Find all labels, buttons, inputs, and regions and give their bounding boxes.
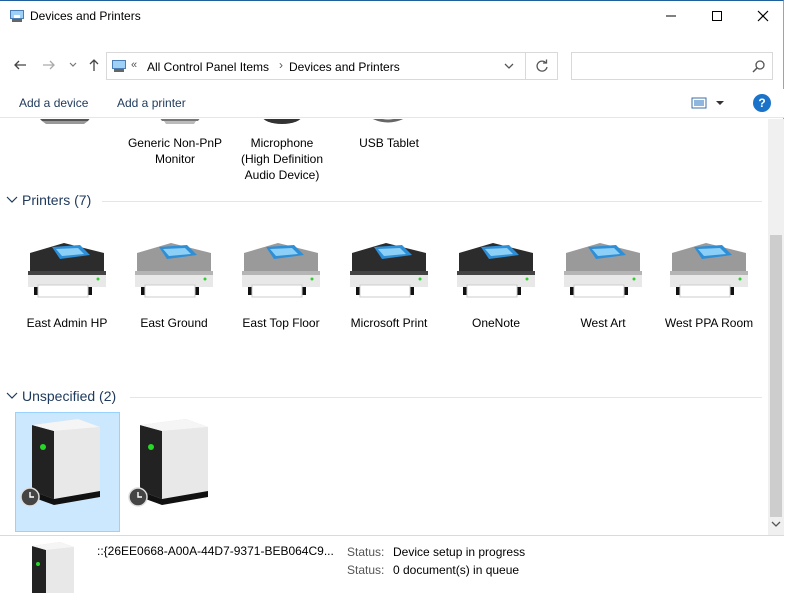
search-input[interactable]: [571, 52, 773, 80]
view-icon: [691, 97, 724, 109]
add-printer-button[interactable]: Add a printer: [117, 96, 186, 110]
selected-device-name: ::{26EE0668-A00A-44D7-9371-BEB064C9...: [97, 544, 334, 558]
printer-icon[interactable]: [560, 239, 646, 303]
printer-label[interactable]: OneNote: [442, 315, 550, 331]
printers-group-header[interactable]: Printers (7): [6, 192, 91, 208]
printer-icon[interactable]: [131, 239, 217, 303]
refresh-button[interactable]: [526, 52, 558, 80]
address-dropdown-icon[interactable]: [503, 61, 515, 71]
forward-button[interactable]: [40, 56, 58, 74]
status-label: Status:: [347, 545, 385, 559]
printer-label[interactable]: Microsoft Print: [335, 315, 443, 331]
printer-icon[interactable]: [453, 239, 539, 303]
status-label: Status:: [347, 563, 385, 577]
minimize-button[interactable]: [648, 1, 694, 31]
window-title: Devices and Printers: [30, 9, 141, 23]
device-label-line: USB Tablet: [359, 136, 419, 150]
printers-group-divider: [102, 201, 762, 202]
printer-label[interactable]: West Art: [549, 315, 657, 331]
printers-group-title: Printers (7): [22, 192, 92, 208]
device-label-line: Monitor: [154, 152, 195, 166]
device-label-line: (High Definition: [240, 152, 324, 166]
close-icon: [757, 10, 769, 22]
unspecified-group-divider: [130, 397, 762, 398]
change-view-button[interactable]: [690, 95, 730, 111]
device-microphone[interactable]: Microphone (High Definition Audio Device…: [228, 135, 336, 183]
devices-printers-app-icon: [10, 10, 24, 22]
device-generic-non-pnp-monitor[interactable]: Generic Non-PnP Monitor: [121, 135, 229, 167]
up-button[interactable]: [85, 56, 103, 74]
scroll-down-icon[interactable]: [771, 519, 781, 529]
printer-icon[interactable]: [666, 239, 752, 303]
microphone-icon[interactable]: [258, 119, 306, 129]
breadcrumb-separator[interactable]: ›: [279, 58, 283, 72]
details-pane: ::{26EE0668-A00A-44D7-9371-BEB064C9... S…: [0, 535, 784, 593]
printer-icon[interactable]: [346, 239, 432, 303]
maximize-button[interactable]: [694, 1, 740, 31]
devices-and-printers-window: Devices and Printers « All Control Panel…: [0, 0, 784, 593]
printer-label[interactable]: East Ground: [120, 315, 228, 331]
printer-icon[interactable]: [24, 239, 110, 303]
chevron-down-icon: [6, 392, 18, 399]
printer-label[interactable]: West PPA Room: [655, 315, 763, 331]
close-button[interactable]: [740, 1, 786, 31]
recent-locations-button[interactable]: [64, 56, 82, 74]
printer-icon[interactable]: [238, 239, 324, 303]
title-bar: Devices and Printers: [0, 1, 784, 31]
up-arrow-icon: [89, 59, 99, 71]
search-icon: [752, 60, 765, 73]
vertical-scrollbar[interactable]: [768, 119, 784, 535]
device-label-line: Microphone: [250, 136, 314, 150]
breadcrumb-all-control-panel-items[interactable]: All Control Panel Items: [147, 60, 269, 74]
chevron-down-icon: [69, 62, 77, 67]
control-panel-icon: [112, 60, 126, 72]
status-value: 0 document(s) in queue: [393, 563, 520, 577]
scrollbar-thumb[interactable]: [770, 235, 782, 517]
navigation-bar: « All Control Panel Items › Devices and …: [0, 49, 784, 83]
breadcrumb-overflow[interactable]: «: [131, 59, 137, 71]
printer-label[interactable]: East Admin HP: [13, 315, 121, 331]
address-bar[interactable]: « All Control Panel Items › Devices and …: [106, 52, 526, 80]
status-value: Device setup in progress: [393, 545, 526, 559]
maximize-icon: [712, 11, 722, 21]
usb-tablet-icon[interactable]: [368, 119, 408, 127]
printer-label[interactable]: East Top Floor: [227, 315, 335, 331]
breadcrumb-devices-and-printers[interactable]: Devices and Printers: [289, 60, 400, 74]
unspecified-group-title: Unspecified (2): [22, 388, 117, 404]
help-button[interactable]: ?: [753, 94, 771, 112]
back-button[interactable]: [11, 56, 29, 74]
computer-icon[interactable]: [30, 119, 100, 129]
selected-device-icon: [32, 542, 74, 593]
monitor-icon[interactable]: [150, 119, 210, 129]
forward-arrow-icon: [43, 60, 55, 70]
device-usb-tablet[interactable]: USB Tablet: [335, 135, 443, 151]
devices-content-pane: Generic Non-PnP Monitor Microphone (High…: [0, 119, 768, 535]
device-label-line: Audio Device): [244, 168, 320, 182]
unspecified-group-header[interactable]: Unspecified (2): [6, 388, 116, 404]
command-bar: Add a device Add a printer ?: [0, 89, 784, 118]
device-label-line: Generic Non-PnP: [127, 136, 223, 150]
add-device-button[interactable]: Add a device: [19, 96, 88, 110]
chevron-down-icon: [6, 196, 18, 203]
unspecified-device-icon[interactable]: [18, 417, 108, 513]
refresh-icon: [535, 59, 548, 72]
back-arrow-icon: [14, 60, 26, 70]
minimize-icon: [666, 15, 676, 17]
unspecified-device-icon[interactable]: [126, 417, 216, 513]
